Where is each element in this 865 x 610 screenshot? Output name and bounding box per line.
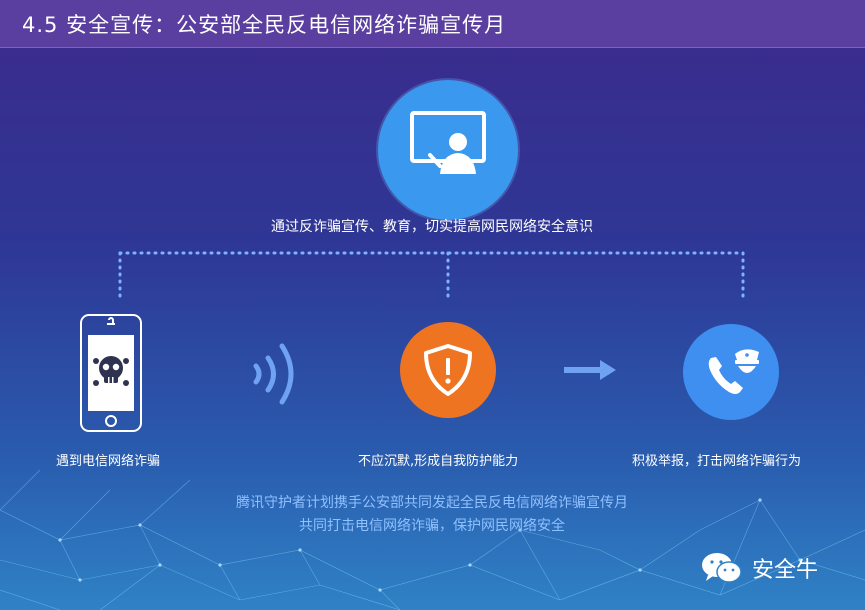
mesh-decoration: [0, 470, 865, 610]
police-phone-icon: [708, 349, 759, 394]
presentation-screen-icon: [410, 111, 486, 174]
footer-line-1: 腾讯守护者计划携手公安部共同发起全民反电信网络诈骗宣传月: [236, 495, 628, 511]
shield-circle: [400, 322, 496, 418]
top-caption: 通过反诈骗宣传、教育，切实提高网民网络安全意识: [271, 219, 593, 235]
header-bar: 4.5 安全宣传：公安部全民反电信网络诈骗宣传月: [0, 0, 865, 48]
phone-skull-icon: [80, 314, 142, 432]
step-label-report-fraud: 积极举报，打击网络诈骗行为: [632, 454, 802, 469]
arrow-right-icon: [564, 360, 616, 380]
shield-alert-icon: [424, 344, 472, 396]
signal-waves-icon: [253, 343, 294, 405]
page-title: 4.5 安全宣传：公安部全民反电信网络诈骗宣传月: [22, 13, 507, 37]
police-circle: [683, 324, 779, 420]
presentation-circle: [378, 80, 518, 220]
brand-name: 安全牛: [752, 558, 819, 583]
step-label-self-protect: 不应沉默,形成自我防护能力: [358, 454, 519, 469]
footer-line-2: 共同打击电信网络诈骗，保护网民网络安全: [299, 518, 565, 534]
wechat-icon: [702, 553, 742, 583]
step-label-encounter-fraud: 遇到电信网络诈骗: [56, 454, 161, 469]
brand-watermark: 安全牛: [700, 550, 818, 586]
